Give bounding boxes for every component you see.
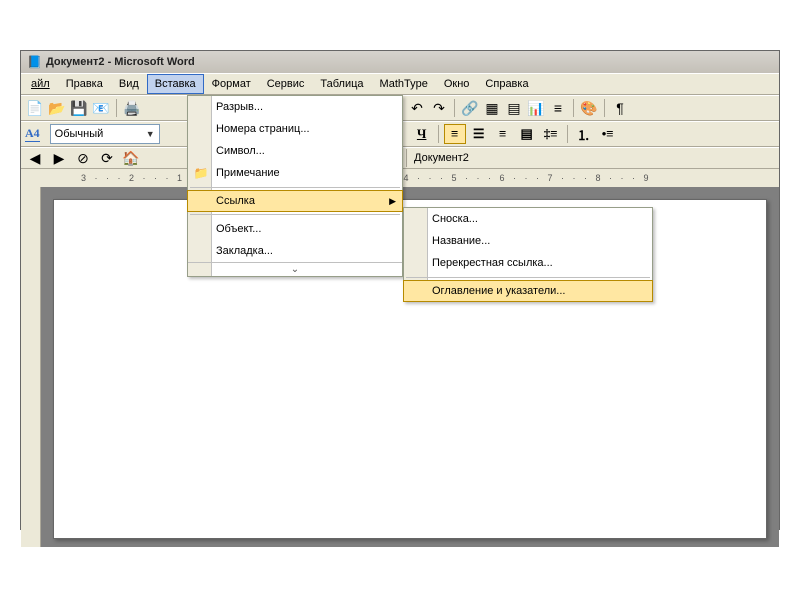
menubar: айл Правка Вид Вставка Формат Сервис Таб…: [21, 73, 779, 95]
menu-help[interactable]: Справка: [477, 74, 536, 94]
submenu-arrow-icon: ▶: [389, 196, 396, 207]
note-icon: 📁: [192, 166, 210, 180]
new-doc-button[interactable]: 📄: [25, 98, 45, 118]
style-indicator[interactable]: A4: [25, 126, 40, 142]
titlebar: 📘 Документ2 - Microsoft Word: [21, 51, 779, 73]
align-justify-button[interactable]: ▤: [516, 124, 538, 144]
menu-item-break[interactable]: Разрыв...: [188, 96, 402, 118]
menu-separator: [190, 187, 400, 188]
align-center-button[interactable]: ☰: [468, 124, 490, 144]
separator: [567, 125, 568, 143]
drawing-button[interactable]: 🎨: [579, 98, 599, 118]
separator: [406, 149, 407, 167]
home-button[interactable]: 🏠: [121, 148, 141, 168]
menu-item-footnote[interactable]: Сноска...: [404, 208, 652, 230]
link-submenu: Сноска... Название... Перекрестная ссылк…: [403, 207, 653, 302]
separator: [438, 125, 439, 143]
print-button[interactable]: 🖨️: [122, 98, 142, 118]
menu-item-bookmark[interactable]: Закладка...: [188, 240, 402, 262]
align-right-button[interactable]: ≡: [492, 124, 514, 144]
stop-button[interactable]: ⊘: [73, 148, 93, 168]
menu-service[interactable]: Сервис: [259, 74, 313, 94]
style-select[interactable]: Обычный ▼: [50, 124, 160, 144]
menu-item-page-numbers[interactable]: Номера страниц...: [188, 118, 402, 140]
menu-mathtype[interactable]: MathType: [372, 74, 436, 94]
bullet-list-button[interactable]: •≡: [597, 124, 619, 144]
word-icon: 📘: [27, 55, 42, 69]
menu-view[interactable]: Вид: [111, 74, 147, 94]
style-value: Обычный: [55, 128, 104, 140]
menu-item-object[interactable]: Объект...: [188, 218, 402, 240]
show-formatting-button[interactable]: ¶: [610, 98, 630, 118]
menu-item-caption[interactable]: Название...: [404, 230, 652, 252]
separator: [116, 99, 117, 117]
separator: [573, 99, 574, 117]
back-button[interactable]: ◀: [25, 148, 45, 168]
forward-button[interactable]: ▶: [49, 148, 69, 168]
separator: [604, 99, 605, 117]
undo-button[interactable]: ↶: [407, 98, 427, 118]
open-button[interactable]: 📂: [47, 98, 67, 118]
underline-button[interactable]: Ч: [411, 124, 433, 144]
menu-item-note[interactable]: 📁 Примечание: [188, 162, 402, 184]
menu-item-crossref[interactable]: Перекрестная ссылка...: [404, 252, 652, 274]
insert-dropdown: Разрыв... Номера страниц... Символ... 📁 …: [187, 95, 403, 277]
menu-item-symbol[interactable]: Символ...: [188, 140, 402, 162]
numbered-list-button[interactable]: ⒈: [573, 124, 595, 144]
tables-button[interactable]: ▦: [482, 98, 502, 118]
vertical-ruler[interactable]: [21, 187, 41, 547]
menu-window[interactable]: Окно: [436, 74, 478, 94]
menu-file[interactable]: айл: [23, 74, 58, 94]
window-title: Документ2 - Microsoft Word: [46, 56, 195, 68]
align-left-button[interactable]: ≡: [444, 124, 466, 144]
separator: [454, 99, 455, 117]
menu-insert[interactable]: Вставка: [147, 74, 204, 94]
email-button[interactable]: 📧: [91, 98, 111, 118]
excel-button[interactable]: 📊: [526, 98, 546, 118]
menu-format[interactable]: Формат: [204, 74, 259, 94]
menu-item-link[interactable]: Ссылка ▶: [187, 190, 403, 212]
columns-button[interactable]: ≡: [548, 98, 568, 118]
menu-separator: [406, 277, 650, 278]
menu-edit[interactable]: Правка: [58, 74, 111, 94]
menu-item-toc[interactable]: Оглавление и указатели...: [403, 280, 653, 302]
hyperlink-button[interactable]: 🔗: [460, 98, 480, 118]
redo-button[interactable]: ↷: [429, 98, 449, 118]
line-spacing-button[interactable]: ‡≡: [540, 124, 562, 144]
refresh-button[interactable]: ⟳: [97, 148, 117, 168]
table-button[interactable]: ▤: [504, 98, 524, 118]
save-button[interactable]: 💾: [69, 98, 89, 118]
menu-expand-button[interactable]: ⌄: [188, 262, 402, 276]
dropdown-arrow-icon: ▼: [146, 129, 155, 139]
app-window: 📘 Документ2 - Microsoft Word айл Правка …: [20, 50, 780, 530]
menu-separator: [190, 214, 400, 215]
menu-table[interactable]: Таблица: [312, 74, 371, 94]
document-name: Документ2: [414, 152, 469, 164]
